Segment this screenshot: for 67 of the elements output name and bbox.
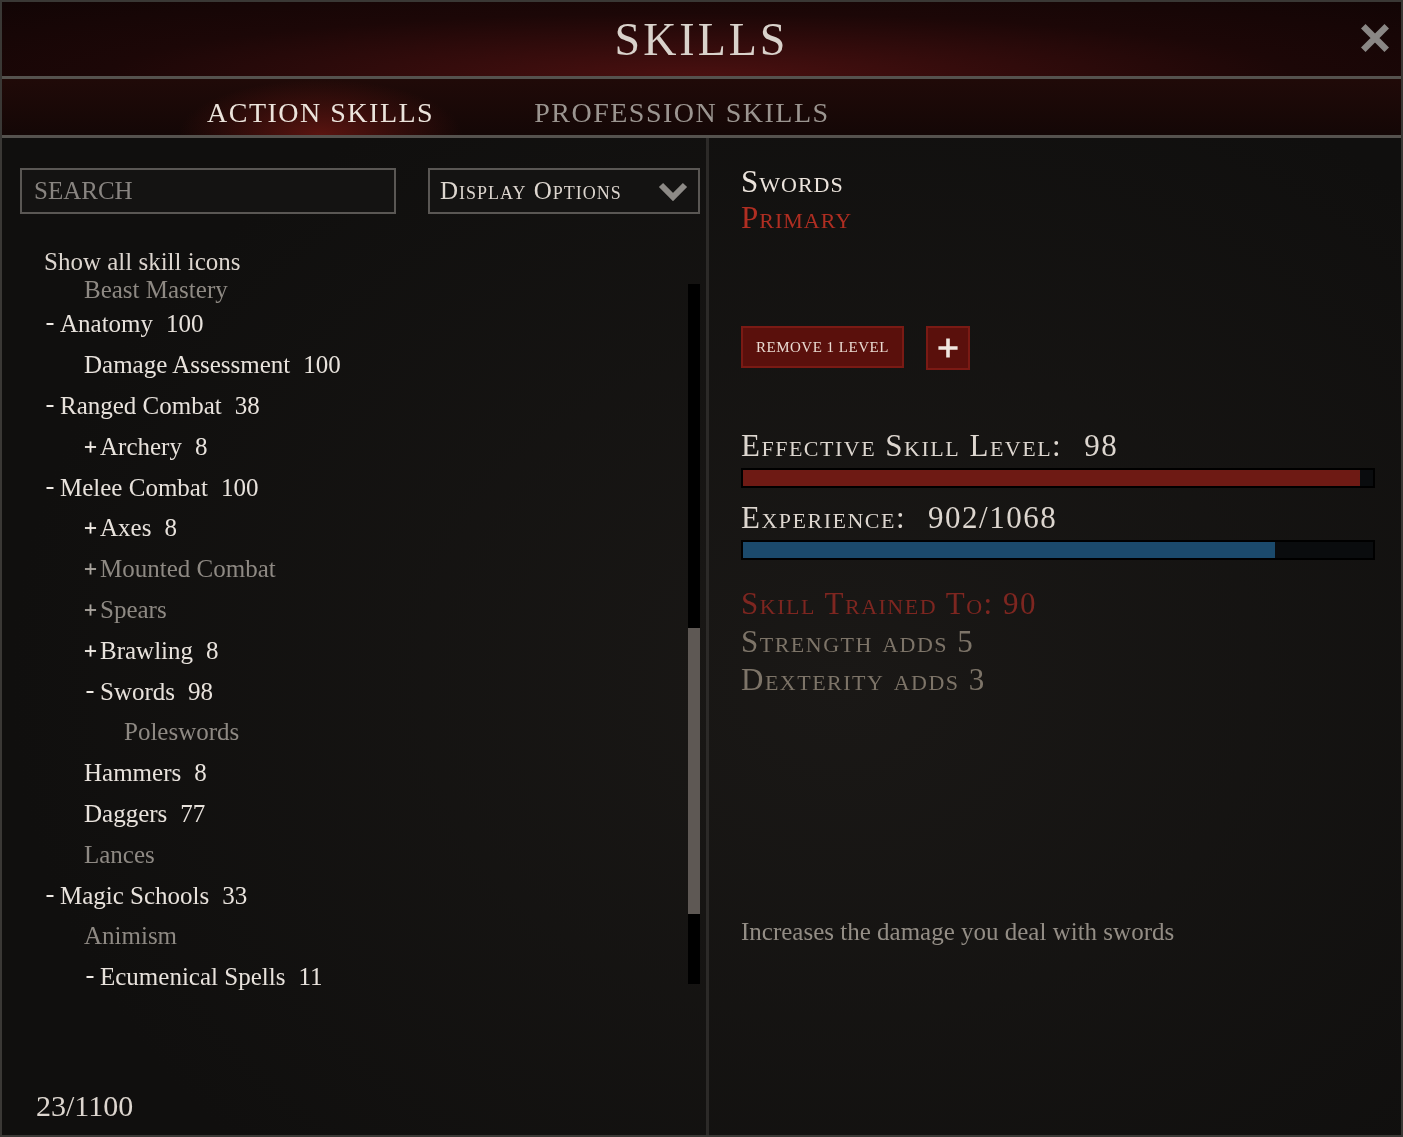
- scrollbar[interactable]: [688, 284, 700, 984]
- expand-icon[interactable]: [84, 439, 97, 454]
- skill-value: 98: [188, 677, 213, 706]
- skill-name: Anatomy: [60, 310, 154, 339]
- skill-name: Animism: [84, 922, 178, 951]
- skill-name: Axes: [100, 514, 152, 543]
- skill-name: Beast Mastery: [84, 276, 228, 304]
- skill-item[interactable]: Archery 8: [44, 426, 706, 468]
- trained-level: Skill Trained To: 90: [741, 586, 1037, 622]
- skill-category: Primary: [741, 200, 853, 236]
- skill-value: 77: [180, 799, 206, 828]
- skill-item[interactable]: Axes 8: [44, 508, 706, 549]
- skill-name: Daggers: [84, 799, 168, 828]
- skill-value: 8: [206, 636, 219, 665]
- skill-value: 38: [234, 392, 260, 420]
- skill-value: 8: [194, 432, 208, 461]
- skill-name: Lances: [84, 840, 155, 869]
- skill-value: 8: [194, 759, 207, 788]
- add-level-button[interactable]: [925, 326, 970, 370]
- skill-item[interactable]: Magic Schools 33: [44, 875, 706, 916]
- skill-value: 8: [164, 514, 177, 543]
- stat-label: Effective Skill Level:: [741, 428, 1063, 464]
- skill-name: Brawling: [100, 636, 194, 665]
- skill-name: Mounted Combat: [100, 555, 276, 584]
- window-title: SKILLS: [614, 12, 789, 66]
- tab[interactable]: PROFESSION SKILLS: [504, 79, 860, 135]
- skill-item[interactable]: Ranged Combat 38: [44, 385, 706, 427]
- search-field[interactable]: SEARCH: [20, 168, 396, 214]
- skill-name: Poleswords: [124, 718, 240, 747]
- display-options-dropdown[interactable]: Display Options: [428, 168, 700, 214]
- plus-icon: [935, 336, 960, 360]
- close-icon[interactable]: [1359, 22, 1391, 54]
- skill-description: Increases the damage you deal with swords: [741, 918, 1175, 946]
- skill-item[interactable]: Ecumenical Spells 11: [44, 956, 706, 998]
- skill-name: Melee Combat: [60, 473, 208, 502]
- attribute-bonus: Strength adds 5: [741, 624, 975, 660]
- skill-item[interactable]: Swords 98: [44, 671, 706, 712]
- skill-value: 100: [220, 473, 259, 502]
- skill-item[interactable]: Brawling 8: [44, 630, 706, 672]
- skill-name: Ecumenical Spells: [100, 963, 286, 992]
- skill-value: 33: [222, 881, 248, 910]
- skill-item[interactable]: Hammers 8: [44, 752, 706, 794]
- skill-value: 100: [166, 310, 204, 339]
- remove-level-button[interactable]: REMOVE 1 LEVEL: [741, 326, 904, 368]
- skill-item[interactable]: Damage Assessment 100: [44, 344, 706, 386]
- show-all-link[interactable]: Show all skill icons: [44, 248, 241, 276]
- skill-value: 100: [303, 351, 341, 380]
- skill-item[interactable]: Melee Combat 100: [44, 467, 706, 508]
- expand-icon[interactable]: [84, 643, 97, 658]
- skill-name: Ranged Combat: [60, 392, 222, 420]
- stat-label: Experience:: [741, 500, 907, 536]
- attribute-bonus: Dexterity adds 3: [741, 662, 986, 698]
- skill-name: Damage Assessment: [84, 351, 291, 380]
- chevron-down-icon: [658, 181, 688, 201]
- skill-name: Hammers: [84, 759, 182, 788]
- expand-icon[interactable]: [84, 521, 97, 536]
- skill-name: Swords: [100, 677, 175, 706]
- skill-value: 11: [298, 963, 323, 992]
- skill-name: Archery: [100, 432, 182, 461]
- skill-item[interactable]: Daggers 77: [44, 793, 706, 835]
- stat-value: 902/1068: [928, 500, 1058, 536]
- stat-value: 98: [1084, 428, 1119, 464]
- skill-name: Magic Schools: [60, 881, 210, 910]
- skill-item[interactable]: Anatomy 100: [44, 304, 706, 345]
- skill-name: Spears: [100, 595, 167, 624]
- skill-count: 23/1100: [35, 1089, 135, 1123]
- skill-title: Swords: [741, 164, 844, 200]
